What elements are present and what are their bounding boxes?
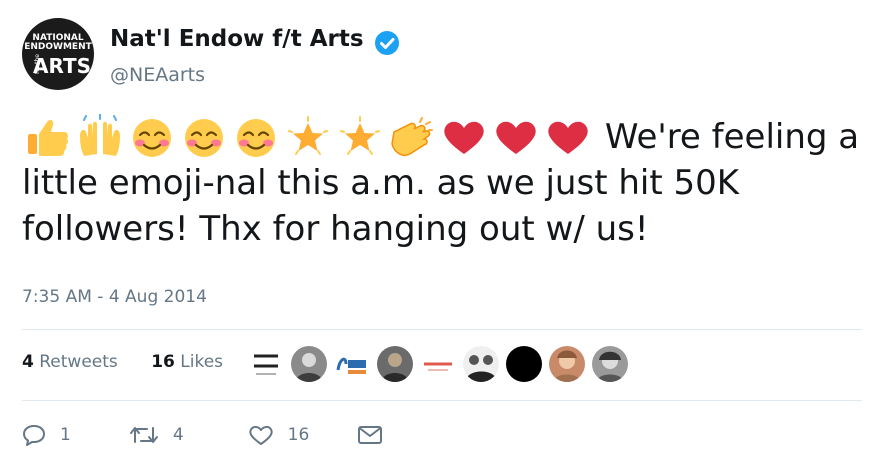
like-button[interactable]: 16 bbox=[248, 424, 310, 446]
liker-avatars bbox=[248, 346, 628, 382]
emoji-sequence bbox=[22, 114, 594, 160]
envelope-icon bbox=[358, 426, 383, 444]
liker-avatar[interactable] bbox=[592, 346, 628, 382]
liker-avatar[interactable] bbox=[420, 346, 456, 382]
raised-hands-icon bbox=[74, 114, 126, 160]
smiling-face-icon bbox=[126, 114, 178, 160]
verified-badge-icon bbox=[375, 31, 399, 55]
handle[interactable]: @NEAarts bbox=[110, 64, 205, 86]
avatar[interactable]: NATIONAL ENDOWMENT for the ARTS bbox=[22, 18, 94, 90]
engagement-stats: 4 Retweets 16 Likes bbox=[22, 352, 251, 372]
thumbs-up-icon bbox=[22, 114, 74, 160]
tweet-text: We're feeling a little emoji-nal this a.… bbox=[22, 114, 882, 252]
avatar-line-4: ARTS bbox=[33, 54, 91, 78]
reply-count: 1 bbox=[60, 425, 71, 445]
liker-avatar[interactable] bbox=[463, 346, 499, 382]
liker-avatar[interactable] bbox=[377, 346, 413, 382]
retweets-label: Retweets bbox=[39, 352, 118, 372]
reply-button[interactable]: 1 bbox=[22, 424, 71, 446]
heart-icon bbox=[542, 114, 594, 160]
liker-avatar[interactable] bbox=[291, 346, 327, 382]
divider bbox=[22, 329, 862, 330]
clapping-hands-icon bbox=[386, 114, 438, 160]
heart-outline-icon bbox=[248, 425, 273, 445]
divider bbox=[22, 400, 862, 401]
retweets-count: 4 bbox=[22, 352, 34, 372]
liker-avatar[interactable] bbox=[248, 346, 284, 382]
reply-icon bbox=[23, 425, 45, 446]
star-icon bbox=[334, 114, 386, 160]
direct-message-button[interactable] bbox=[357, 424, 397, 446]
avatar-line-2: ENDOWMENT bbox=[24, 42, 92, 52]
liker-avatar[interactable] bbox=[549, 346, 585, 382]
retweet-icon bbox=[129, 427, 158, 443]
star-icon bbox=[282, 114, 334, 160]
retweets-stat[interactable]: 4 Retweets bbox=[22, 352, 132, 372]
likes-stat[interactable]: 16 Likes bbox=[151, 352, 237, 372]
display-name[interactable]: Nat'l Endow f/t Arts bbox=[110, 26, 364, 52]
like-count: 16 bbox=[287, 425, 310, 445]
tweet-actions: 1 4 16 bbox=[22, 424, 445, 446]
likes-count: 16 bbox=[151, 352, 175, 372]
smiling-face-icon bbox=[178, 114, 230, 160]
heart-icon bbox=[438, 114, 490, 160]
liker-avatar[interactable] bbox=[334, 346, 370, 382]
heart-icon bbox=[490, 114, 542, 160]
smiling-face-icon bbox=[230, 114, 282, 160]
likes-label: Likes bbox=[180, 352, 224, 372]
retweet-button[interactable]: 4 bbox=[129, 424, 184, 446]
timestamp[interactable]: 7:35 AM - 4 Aug 2014 bbox=[22, 287, 207, 307]
liker-avatar[interactable] bbox=[506, 346, 542, 382]
retweet-count: 4 bbox=[172, 425, 184, 445]
